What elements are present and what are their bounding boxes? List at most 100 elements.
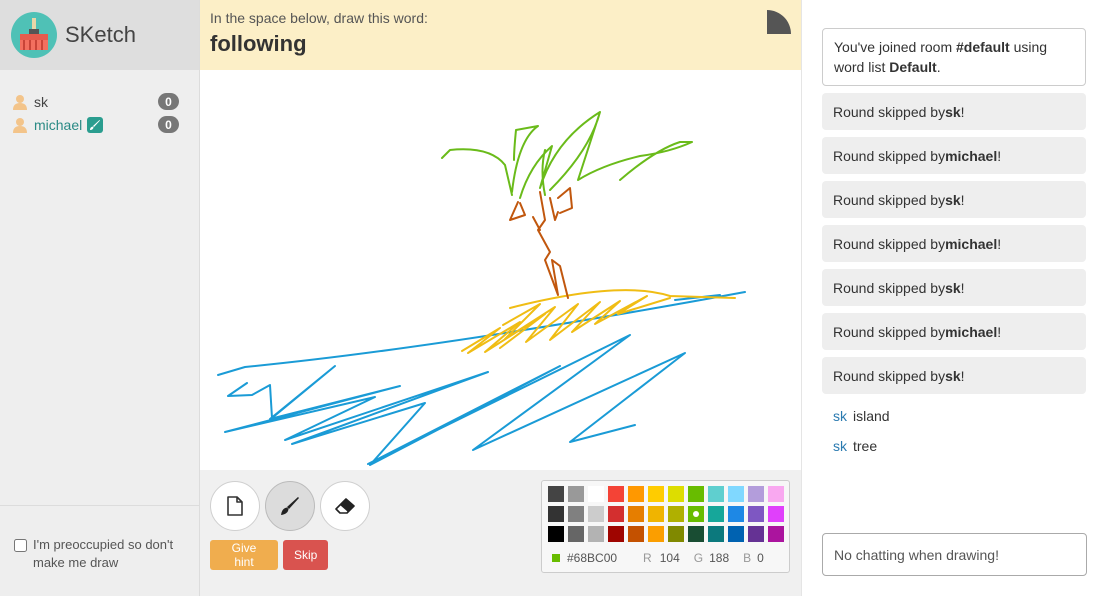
eraser-tool-button[interactable] [320,481,370,531]
chat-text: island [853,408,890,424]
chat-input[interactable] [822,533,1087,576]
color-swatch[interactable] [728,486,744,502]
color-swatch[interactable] [728,526,744,542]
color-swatch[interactable] [648,486,664,502]
chat-user[interactable]: sk [833,438,847,454]
skip-user: sk [945,279,961,296]
skip-message: Round skipped by michael! [822,313,1086,350]
color-swatch[interactable] [588,526,604,542]
player-row: sk 0 [12,90,179,113]
player-name: sk [34,93,48,110]
color-palette: #68BC00 R 104 G 188 B 0 [541,480,790,573]
preoccupied-label: I'm preoccupied so don't make me draw [33,537,174,570]
brand: SKetch [0,0,199,70]
logo-brush-icon [11,12,57,58]
color-swatch[interactable] [668,526,684,542]
color-swatch[interactable] [608,486,624,502]
swatch-grid [542,481,789,542]
skip-button[interactable]: Skip [283,540,328,570]
skip-text: Round skipped by [833,323,946,340]
drawing-stroke [441,111,693,199]
color-swatch[interactable] [748,486,764,502]
current-color-readout: #68BC00 R 104 G 188 B 0 [552,551,764,565]
skip-text: Round skipped by [833,147,946,164]
drawing-stroke [509,187,573,299]
color-swatch[interactable] [768,506,784,522]
player-list: sk 0 michael 0 [0,70,199,136]
skip-end: ! [960,367,965,384]
color-swatch[interactable] [688,526,704,542]
color-swatch[interactable] [608,506,624,522]
color-swatch[interactable] [548,526,564,542]
chat-user[interactable]: sk [833,408,847,424]
new-page-button[interactable] [210,481,260,531]
player-score: 0 [158,116,179,133]
skip-user: michael [945,235,998,252]
skip-message: Round skipped by michael! [822,137,1086,174]
skip-end: ! [997,147,1002,164]
chat-message: sk island [822,401,1086,431]
skip-end: ! [960,103,965,120]
color-swatch[interactable] [608,526,624,542]
color-swatch[interactable] [568,486,584,502]
color-swatch[interactable] [748,506,764,522]
join-text: . [936,59,941,75]
color-swatch[interactable] [648,506,664,522]
color-swatch[interactable] [748,526,764,542]
player-row: michael 0 [12,113,179,136]
color-swatch[interactable] [708,486,724,502]
prompt-word: following [210,31,307,56]
color-swatch[interactable] [628,506,644,522]
r-value: 104 [659,551,680,565]
player-score: 0 [158,93,179,110]
brush-icon [281,497,299,515]
skip-text: Round skipped by [833,235,946,252]
eraser-icon [335,498,355,514]
color-swatch[interactable] [548,486,564,502]
color-swatch[interactable] [688,486,704,502]
color-swatch[interactable] [548,506,564,522]
color-swatch[interactable] [708,526,724,542]
color-swatch[interactable] [668,486,684,502]
join-text: You've joined room [834,39,957,55]
selected-indicator [693,511,699,517]
skip-end: ! [997,323,1002,340]
color-swatch[interactable] [628,526,644,542]
skip-end: ! [960,191,965,208]
color-swatch[interactable] [568,506,584,522]
hex-value: #68BC00 [567,551,618,565]
drawing-brush-icon [87,116,104,133]
timer-icon [767,10,791,34]
word-prompt: In the space below, draw this word: foll… [200,0,801,70]
give-hint-button[interactable]: Give hint [210,540,278,570]
color-swatch[interactable] [688,506,704,522]
skip-end: ! [960,279,965,296]
skip-user: sk [945,103,961,120]
app-title: SKetch [65,22,136,47]
user-icon [12,94,28,110]
color-swatch[interactable] [708,506,724,522]
b-label: B [743,551,752,565]
color-swatch[interactable] [588,486,604,502]
color-swatch[interactable] [768,526,784,542]
skip-text: Round skipped by [833,279,946,296]
game-area: In the space below, draw this word: foll… [200,0,801,596]
skip-user: michael [945,147,998,164]
skip-user: michael [945,323,998,340]
brush-tool-button[interactable] [265,481,315,531]
color-swatch[interactable] [768,486,784,502]
color-swatch[interactable] [648,526,664,542]
color-swatch[interactable] [588,506,604,522]
drawing-canvas[interactable] [200,70,801,470]
skip-message: Round skipped by sk! [822,269,1086,306]
current-color-swatch [552,554,560,562]
new-page-icon [227,496,243,516]
color-swatch[interactable] [568,526,584,542]
color-swatch[interactable] [628,486,644,502]
g-label: G [693,551,704,565]
preoccupied-checkbox[interactable] [14,539,27,552]
color-swatch[interactable] [728,506,744,522]
preoccupied-option[interactable]: I'm preoccupied so don't make me draw [0,505,199,596]
color-swatch[interactable] [668,506,684,522]
chat-messages: You've joined room #default using word l… [802,0,1106,461]
